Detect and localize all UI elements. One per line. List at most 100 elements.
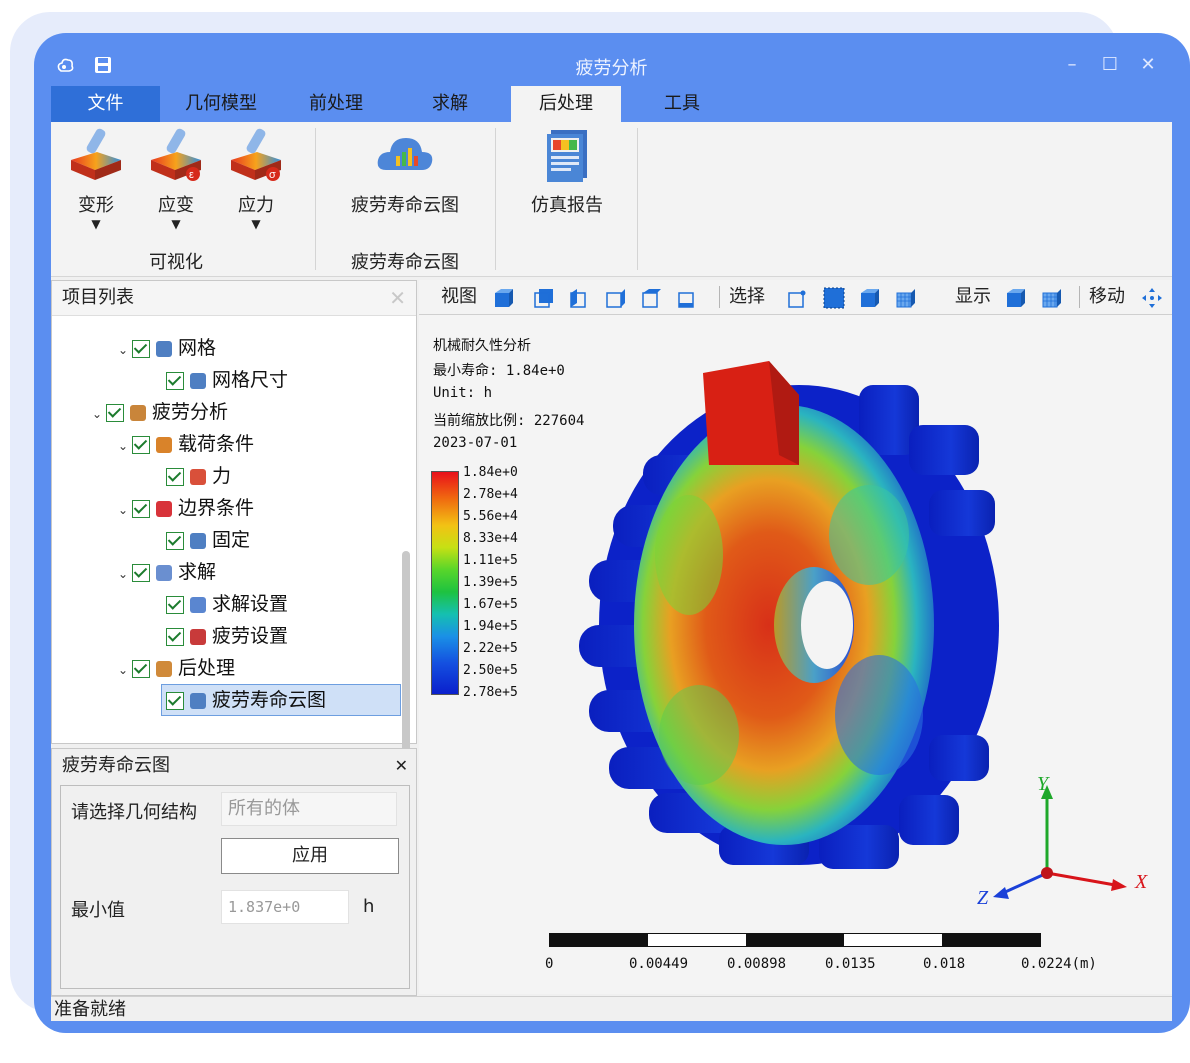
scale-tick: 0.0135 [825,956,876,972]
zoom-scale-text: 当前缩放比例: 227604 [433,413,585,429]
tree-item-mesh[interactable]: ⌄ 网格 [118,333,216,363]
tree-item-solve[interactable]: ⌄ 求解 [118,557,216,587]
menu-preprocess[interactable]: 前处理 [283,86,389,122]
tree-item-fixed[interactable]: 固定 [166,525,250,555]
legend-label: 1.11e+5 [463,553,518,568]
scale-tick: 0.018 [923,956,966,972]
gear-model[interactable] [569,355,999,875]
checkbox[interactable] [166,531,184,550]
view-back-icon[interactable] [533,287,555,309]
date-text: 2023-07-01 [433,435,518,451]
close-panel-icon[interactable]: ✕ [389,281,406,315]
tree-label: 网格 [178,337,217,359]
chevron-down-icon[interactable]: ⌄ [92,399,106,429]
chevron-down-icon[interactable]: ⌄ [118,495,132,525]
view-front-icon[interactable] [493,287,515,309]
tree-item-solve-settings[interactable]: 求解设置 [166,589,288,619]
close-panel-icon[interactable]: ✕ [395,749,408,783]
stress-button[interactable]: σ 应力 ▼ [225,126,287,231]
fatigue-life-button[interactable]: 疲劳寿命云图 [337,126,473,217]
select-body-icon[interactable] [859,287,881,309]
apply-button[interactable]: 应用 [221,838,399,874]
fixed-icon [190,532,206,549]
visualize-group-caption: 可视化 [149,252,203,273]
strain-label: 应变 [158,195,194,216]
checkbox[interactable] [132,499,150,518]
menu-bar: 文件 几何模型 前处理 求解 后处理 工具 [51,86,1172,122]
checkbox[interactable] [166,371,184,390]
geometry-select[interactable]: 所有的体 [221,792,397,826]
force-icon [190,468,206,485]
cloud-chart-icon [377,138,433,170]
tree-item-boundary[interactable]: ⌄ 边界条件 [118,493,254,523]
checkbox[interactable] [166,595,184,614]
settings-icon [190,596,206,613]
menu-geometry[interactable]: 几何模型 [165,86,277,122]
minimize-button[interactable]: – [1059,52,1085,78]
tree-item-load[interactable]: ⌄ 载荷条件 [118,429,254,459]
boundary-icon [156,500,172,517]
deform-dropdown-icon[interactable]: ▼ [65,217,127,231]
postprocess-icon [156,660,172,677]
min-life-text: 最小寿命: 1.84e+0 [433,363,565,379]
tree-label: 疲劳分析 [152,401,229,423]
mesh-icon [156,340,172,357]
tree-item-mesh-size[interactable]: 网格尺寸 [166,365,288,395]
chevron-down-icon[interactable]: ⌄ [118,559,132,589]
strain-icon: ε [151,128,201,181]
tree-scrollbar[interactable] [402,551,410,781]
menu-postprocess[interactable]: 后处理 [511,86,621,122]
checkbox[interactable] [166,467,184,486]
display-solid-icon[interactable] [1005,287,1027,309]
view-right-icon[interactable] [605,287,627,309]
display-mesh-icon[interactable] [1041,287,1063,309]
report-icon [547,130,587,182]
menu-file[interactable]: 文件 [51,86,160,122]
scale-tick: 0 [545,956,554,972]
checkbox[interactable] [132,659,150,678]
tree-item-force[interactable]: 力 [166,461,231,491]
stress-dropdown-icon[interactable]: ▼ [225,217,287,231]
deform-button[interactable]: 变形 ▼ [65,126,127,231]
strain-button[interactable]: ε 应变 ▼ [145,126,207,231]
select-mesh-icon[interactable] [895,287,917,309]
legend-label: 1.67e+5 [463,597,518,612]
axis-z-label: Z [977,887,989,909]
checkbox[interactable] [132,435,150,454]
scale-tick: 0.00449 [629,956,689,972]
tree-label: 力 [212,465,232,487]
tree-label: 载荷条件 [178,433,255,455]
chevron-down-icon[interactable]: ⌄ [118,431,132,461]
3d-viewport[interactable]: 机械耐久性分析 最小寿命: 1.84e+0 Unit: h 当前缩放比例: 22… [419,315,1172,994]
report-button[interactable]: 仿真报告 [517,126,617,217]
checkbox[interactable] [132,339,150,358]
project-panel-header: 项目列表 ✕ [52,281,416,316]
menu-solve[interactable]: 求解 [397,86,503,122]
close-window-button[interactable]: ✕ [1135,52,1161,78]
checkbox[interactable] [132,563,150,582]
select-point-icon[interactable] [787,287,809,309]
tree-item-fatigue-settings[interactable]: 疲劳设置 [166,621,288,651]
tree-item-postprocess[interactable]: ⌄ 后处理 [118,653,235,683]
checkbox[interactable] [166,627,184,646]
tree-item-fatigue-life-map[interactable]: 疲劳寿命云图 [161,684,401,716]
window-title: 疲劳分析 [575,58,648,79]
min-value-field[interactable]: 1.837e+0 [221,890,349,924]
deform-label: 变形 [78,195,114,216]
checkbox[interactable] [106,403,124,422]
view-bottom-icon[interactable] [677,287,699,309]
move-icon[interactable] [1141,287,1163,309]
view-top-icon[interactable] [641,287,663,309]
tree-item-fatigue[interactable]: ⌄ 疲劳分析 [92,397,228,427]
strain-dropdown-icon[interactable]: ▼ [145,217,207,231]
maximize-button[interactable]: ☐ [1097,52,1123,78]
checkbox[interactable] [166,691,184,710]
view-left-icon[interactable] [569,287,591,309]
chevron-down-icon[interactable]: ⌄ [118,655,132,685]
chevron-down-icon[interactable]: ⌄ [118,335,132,365]
geometry-label: 请选择几何结构 [71,802,197,823]
legend-colorbar [431,471,459,695]
menu-tools[interactable]: 工具 [629,86,735,122]
property-panel-title: 疲劳寿命云图 [62,755,170,776]
select-face-icon[interactable] [823,287,845,309]
